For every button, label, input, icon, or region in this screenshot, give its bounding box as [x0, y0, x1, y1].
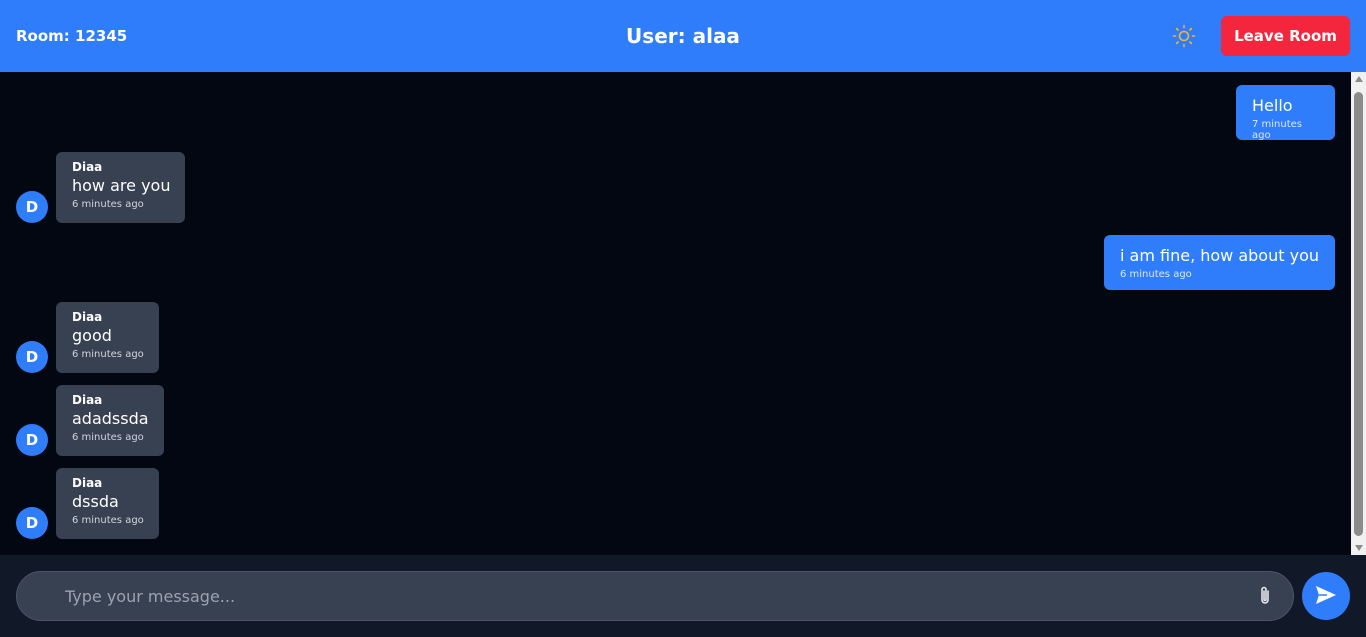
message-sender: Diaa — [72, 393, 103, 407]
scrollbar[interactable] — [1351, 72, 1366, 555]
message-incoming: D Diaa good 6 minutes ago — [16, 302, 159, 373]
avatar: D — [16, 424, 48, 456]
message-bubble: Diaa adadssda 6 minutes ago — [56, 385, 164, 456]
scrollbar-thumb[interactable] — [1354, 92, 1363, 536]
message-sender: Diaa — [72, 476, 103, 490]
message-list: Hello 7 minutes ago D Diaa how are you 6… — [0, 72, 1351, 555]
message-text: adadssda — [72, 409, 149, 428]
send-icon — [1315, 585, 1337, 608]
scroll-up-arrow-icon[interactable] — [1351, 72, 1366, 86]
leave-room-button[interactable]: Leave Room — [1221, 16, 1350, 56]
message-text: Hello — [1252, 96, 1293, 115]
message-bubble: Hello 7 minutes ago — [1236, 85, 1335, 141]
message-bubble: Diaa how are you 6 minutes ago — [56, 152, 186, 223]
sun-icon[interactable] — [1171, 23, 1197, 49]
message-time: 6 minutes ago — [1120, 269, 1192, 280]
message-time: 6 minutes ago — [72, 515, 144, 526]
message-bubble: Diaa dssda 6 minutes ago — [56, 468, 159, 539]
avatar: D — [16, 341, 48, 373]
message-time: 6 minutes ago — [72, 432, 144, 443]
avatar: D — [16, 507, 48, 539]
message-text: dssda — [72, 492, 119, 511]
paperclip-icon[interactable] — [1253, 584, 1277, 608]
header-bar: Room: 12345 User: alaa Leave Room — [0, 0, 1366, 72]
message-bubble: i am fine, how about you 6 minutes ago — [1104, 235, 1335, 290]
messages-area: Hello 7 minutes ago D Diaa how are you 6… — [0, 72, 1366, 555]
message-incoming: D Diaa dssda 6 minutes ago — [16, 468, 159, 539]
composer-bar — [0, 555, 1366, 637]
send-button[interactable] — [1302, 572, 1350, 620]
message-own: i am fine, how about you 6 minutes ago — [1104, 235, 1335, 290]
message-time: 6 minutes ago — [72, 199, 144, 210]
message-text: good — [72, 326, 112, 345]
message-input[interactable] — [65, 586, 1253, 606]
message-text: i am fine, how about you — [1120, 246, 1319, 265]
scroll-down-arrow-icon[interactable] — [1351, 541, 1366, 555]
message-sender: Diaa — [72, 310, 103, 324]
header-actions: Leave Room — [1171, 16, 1350, 56]
message-incoming: D Diaa adadssda 6 minutes ago — [16, 385, 164, 456]
message-time: 7 minutes ago — [1252, 119, 1303, 141]
user-label: User: alaa — [626, 24, 740, 48]
message-time: 6 minutes ago — [72, 349, 144, 360]
message-input-wrapper — [16, 571, 1294, 621]
message-text: how are you — [72, 176, 171, 195]
avatar: D — [16, 191, 48, 223]
message-own: Hello 7 minutes ago — [1236, 85, 1335, 141]
message-incoming: D Diaa how are you 6 minutes ago — [16, 152, 186, 223]
message-sender: Diaa — [72, 160, 103, 174]
chat-app: Room: 12345 User: alaa Leave Room Hello … — [0, 0, 1366, 637]
room-label: Room: 12345 — [16, 27, 128, 45]
message-bubble: Diaa good 6 minutes ago — [56, 302, 159, 373]
